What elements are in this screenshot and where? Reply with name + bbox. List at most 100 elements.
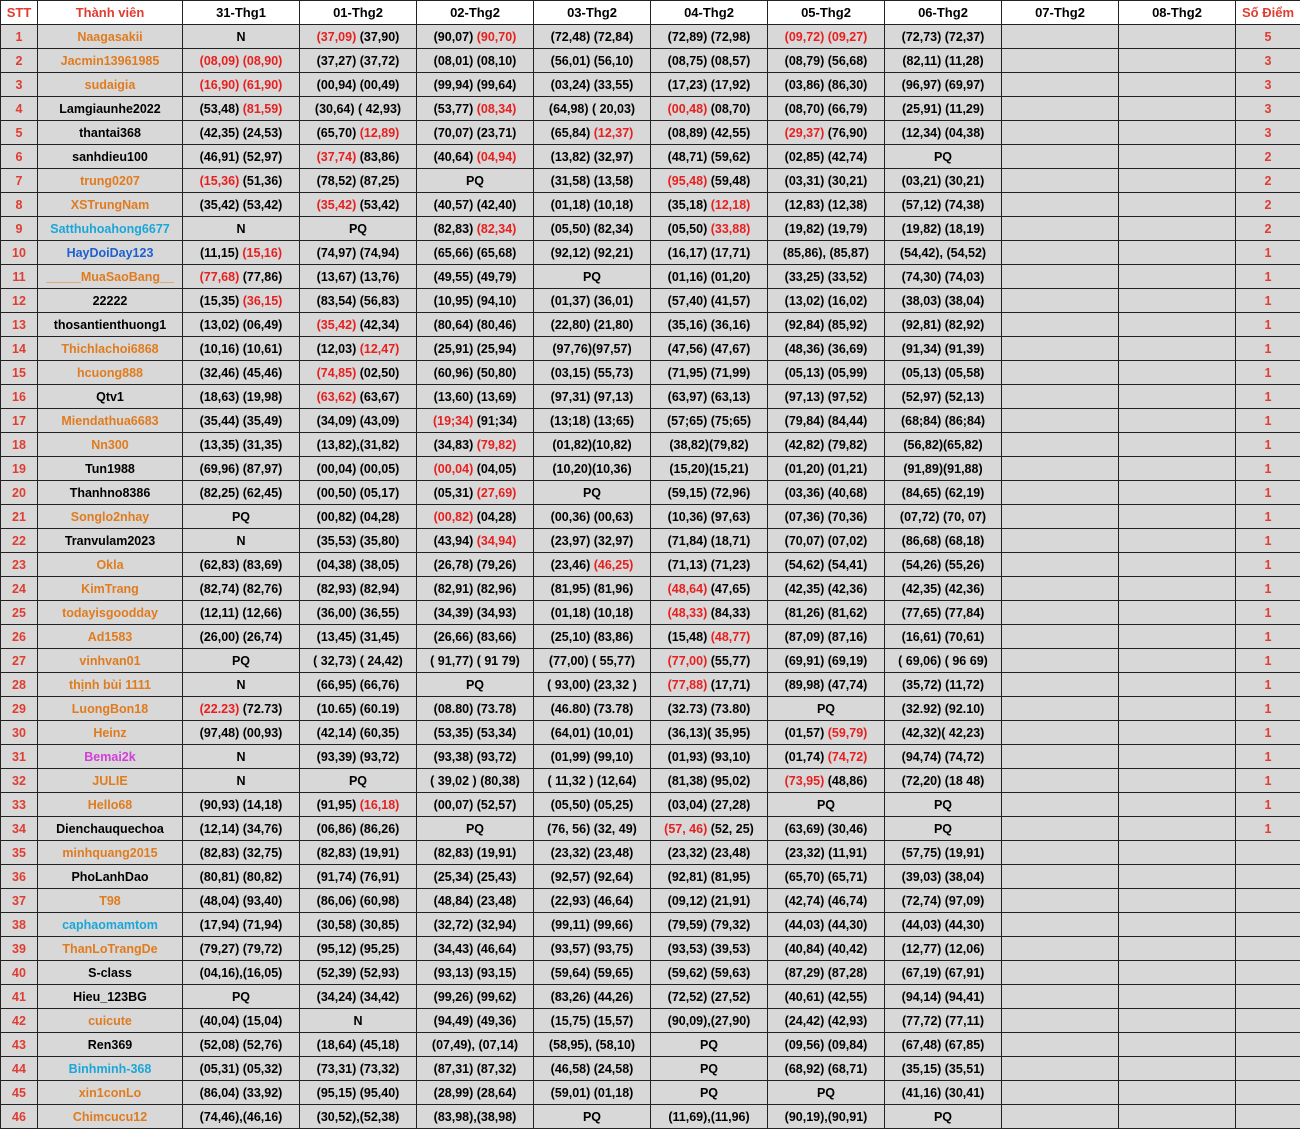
prediction-value: (18,63) (19,98) bbox=[200, 390, 283, 404]
prediction-cell: (26,00) (26,74) bbox=[183, 625, 300, 649]
prediction-value: (01,99) (99,10) bbox=[551, 750, 634, 764]
winning-number: (77,88) bbox=[668, 678, 711, 692]
prediction-cell: (63,62) (63,67) bbox=[300, 385, 417, 409]
prediction-cell: (09,72) (09,27) bbox=[768, 25, 885, 49]
prediction-value: (72,48) (72,84) bbox=[551, 30, 634, 44]
prediction-cell: (35,42) (42,34) bbox=[300, 313, 417, 337]
prediction-value: PQ bbox=[934, 798, 952, 812]
prediction-value: (59,64) (59,65) bbox=[551, 966, 634, 980]
prediction-value: (13,02) (06,49) bbox=[200, 318, 283, 332]
winning-number: (15,36) bbox=[200, 174, 243, 188]
table-row: 13thosantienthuong1(13,02) (06,49)(35,42… bbox=[1, 313, 1300, 337]
prediction-cell: (46.80) (73.78) bbox=[534, 697, 651, 721]
prediction-value: ( 93,00) (23,32 ) bbox=[547, 678, 637, 692]
prediction-cell: (11,15) (15,16) bbox=[183, 241, 300, 265]
prediction-cell: (82,83) (19,91) bbox=[300, 841, 417, 865]
member-name: Tranvulam2023 bbox=[38, 529, 183, 553]
prediction-cell: (31,58) (13,58) bbox=[534, 169, 651, 193]
member-name: S-class bbox=[38, 961, 183, 985]
prediction-value: (42,35) (24,53) bbox=[200, 126, 283, 140]
prediction-cell: PQ bbox=[651, 1081, 768, 1105]
prediction-value: ( 11,32 ) (12,64) bbox=[548, 774, 637, 788]
winning-number: (22.23) bbox=[200, 702, 243, 716]
prediction-value: (15,35) bbox=[200, 294, 243, 308]
prediction-cell: (82,25) (62,45) bbox=[183, 481, 300, 505]
prediction-value: (79,27) (79,72) bbox=[200, 942, 283, 956]
prediction-value: (94,14) (94,41) bbox=[902, 990, 985, 1004]
prediction-cell: (83,26) (44,26) bbox=[534, 985, 651, 1009]
prediction-value: (86,06) (60,98) bbox=[317, 894, 400, 908]
header-day: 03-Thg2 bbox=[534, 1, 651, 25]
prediction-cell: (33,25) (33,52) bbox=[768, 265, 885, 289]
prediction-value: (13,67) (13,76) bbox=[317, 270, 400, 284]
prediction-value: PQ bbox=[934, 150, 952, 164]
prediction-value: (91,95) bbox=[317, 798, 360, 812]
prediction-value: (48,36) (36,69) bbox=[785, 342, 868, 356]
prediction-cell: (11,69),(11,96) bbox=[651, 1105, 768, 1129]
prediction-value: (90,19),(90,91) bbox=[785, 1110, 868, 1124]
prediction-cell: (40,57) (42,40) bbox=[417, 193, 534, 217]
row-number: 17 bbox=[1, 409, 38, 433]
winning-number: (74,85) bbox=[317, 366, 360, 380]
prediction-value: (89,98) (47,74) bbox=[785, 678, 868, 692]
prediction-cell: (70,07) (23,71) bbox=[417, 121, 534, 145]
prediction-cell: (19,82) (18,19) bbox=[885, 217, 1002, 241]
winning-number: (33,88) bbox=[711, 222, 751, 236]
prediction-cell: (32,46) (45,46) bbox=[183, 361, 300, 385]
score-value: 2 bbox=[1236, 169, 1300, 193]
score-value: 1 bbox=[1236, 745, 1300, 769]
prediction-value: (09,56) (09,84) bbox=[785, 1038, 868, 1052]
prediction-value: (52,97) (52,13) bbox=[902, 390, 985, 404]
prediction-cell: ( 93,00) (23,32 ) bbox=[534, 673, 651, 697]
prediction-cell: (91,89)(91,88) bbox=[885, 457, 1002, 481]
prediction-value: (97,13) (97,52) bbox=[785, 390, 868, 404]
prediction-cell: (35,18) (12,18) bbox=[651, 193, 768, 217]
prediction-cell bbox=[1119, 385, 1236, 409]
prediction-value: (65,66) (65,68) bbox=[434, 246, 517, 260]
prediction-value: (72,89) (72,98) bbox=[668, 30, 751, 44]
prediction-value: ( 32,73) ( 24,42) bbox=[313, 654, 403, 668]
prediction-value: (08,89) (42,55) bbox=[668, 126, 751, 140]
prediction-value: (00,07) (52,57) bbox=[434, 798, 517, 812]
winning-number: (59,79) bbox=[828, 726, 868, 740]
prediction-value: (22,93) (46,64) bbox=[551, 894, 634, 908]
prediction-value: (12,11) (12,66) bbox=[200, 606, 282, 620]
prediction-value: (59,48) bbox=[711, 174, 751, 188]
member-name: _____MuaSaoBang__ bbox=[38, 265, 183, 289]
prediction-cell: (34,83) (79,82) bbox=[417, 433, 534, 457]
table-row: 3sudaigia(16,90) (61,90)(00,94) (00,49)(… bbox=[1, 73, 1300, 97]
prediction-cell: (44,03) (44,30) bbox=[768, 913, 885, 937]
prediction-value: (23,97) (32,97) bbox=[551, 534, 634, 548]
prediction-cell bbox=[1002, 673, 1119, 697]
prediction-value: (72,52) (27,52) bbox=[668, 990, 751, 1004]
prediction-value: (65,70) bbox=[317, 126, 360, 140]
prediction-cell bbox=[1119, 865, 1236, 889]
prediction-cell: (13,45) (31,45) bbox=[300, 625, 417, 649]
score-value bbox=[1236, 1009, 1300, 1033]
prediction-cell: (74,46),(46,16) bbox=[183, 1105, 300, 1129]
prediction-cell: (84,65) (62,19) bbox=[885, 481, 1002, 505]
prediction-cell bbox=[1119, 625, 1236, 649]
member-name: Binhminh-368 bbox=[38, 1057, 183, 1081]
prediction-cell bbox=[1002, 553, 1119, 577]
prediction-cell: (89,98) (47,74) bbox=[768, 673, 885, 697]
prediction-cell: (92,12) (92,21) bbox=[534, 241, 651, 265]
prediction-value: (52,08) (52,76) bbox=[200, 1038, 283, 1052]
prediction-value: (82,93) (82,94) bbox=[317, 582, 400, 596]
prediction-cell bbox=[1119, 961, 1236, 985]
prediction-cell: (65,70) (12,89) bbox=[300, 121, 417, 145]
prediction-cell: (65,84) (12,37) bbox=[534, 121, 651, 145]
prediction-cell: (37,74) (83,86) bbox=[300, 145, 417, 169]
row-number: 24 bbox=[1, 577, 38, 601]
table-row: 20Thanhno8386(82,25) (62,45)(00,50) (05,… bbox=[1, 481, 1300, 505]
prediction-value: (63,69) (30,46) bbox=[785, 822, 868, 836]
prediction-value: (81,38) (95,02) bbox=[668, 774, 751, 788]
prediction-cell: (65,66) (65,68) bbox=[417, 241, 534, 265]
prediction-cell bbox=[1119, 673, 1236, 697]
prediction-cell: (72,48) (72,84) bbox=[534, 25, 651, 49]
row-number: 6 bbox=[1, 145, 38, 169]
prediction-cell: (13,82) (32,97) bbox=[534, 145, 651, 169]
prediction-value: (83,86) bbox=[360, 150, 400, 164]
prediction-cell: (34,43) (46,64) bbox=[417, 937, 534, 961]
prediction-value: PQ bbox=[934, 1110, 952, 1124]
